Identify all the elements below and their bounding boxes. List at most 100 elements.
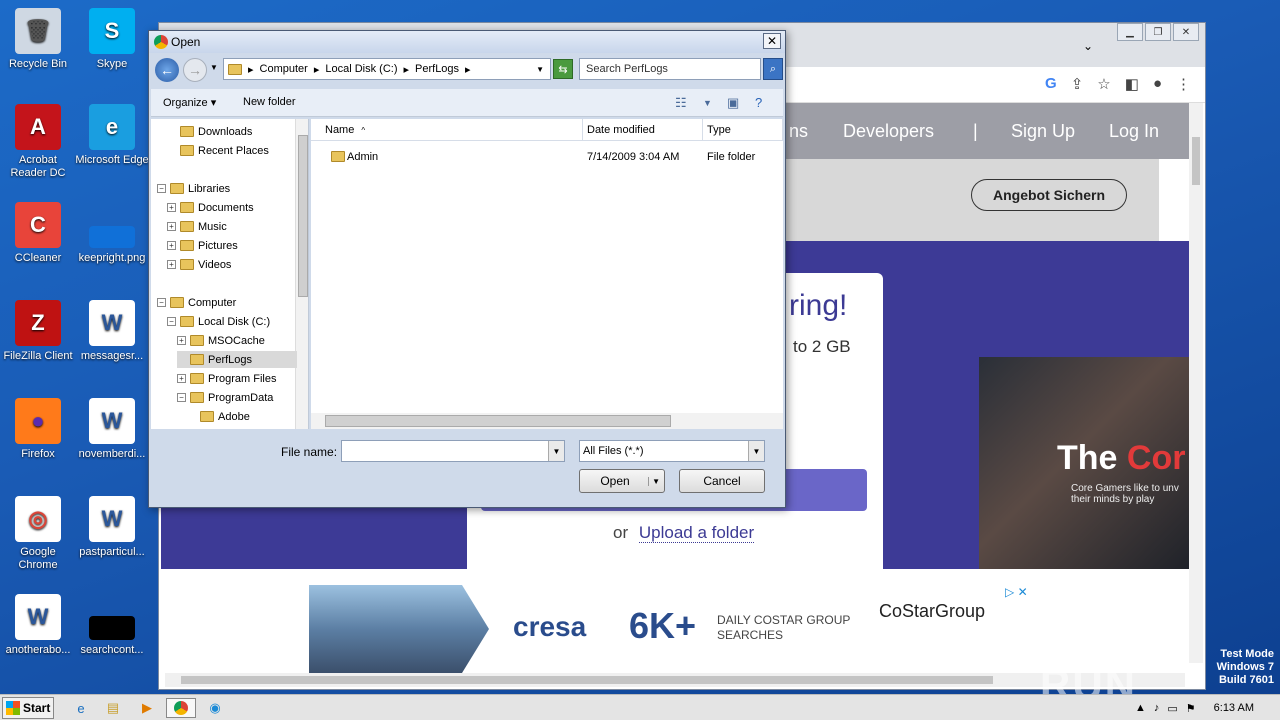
breadcrumb-dropdown-icon[interactable]: ▼	[536, 65, 544, 74]
open-dropdown-icon[interactable]: ▼	[648, 476, 660, 486]
network-icon[interactable]: ▭	[1167, 702, 1177, 715]
desktop-icon[interactable]: ● Firefox	[0, 398, 76, 461]
desktop-icon[interactable]: searchcont...	[74, 594, 150, 657]
nav-developers[interactable]: Developers	[843, 121, 934, 142]
file-type-dropdown-icon[interactable]: ▼	[748, 441, 764, 461]
tree-item[interactable]: + Program Files	[177, 370, 297, 387]
open-button[interactable]: Open ▼	[579, 469, 665, 493]
tree-item[interactable]: − Computer	[157, 294, 297, 311]
column-name[interactable]: Name ^	[311, 119, 583, 141]
help-icon[interactable]: ?	[755, 95, 762, 110]
page-horizontal-scrollbar[interactable]	[165, 673, 1185, 687]
refresh-icon[interactable]: ⇆	[553, 59, 573, 79]
nav-log-in[interactable]: Log In	[1109, 121, 1159, 142]
tree-item[interactable]: PerfLogs	[177, 351, 297, 368]
bookmark-star-icon[interactable]: ☆	[1097, 75, 1110, 93]
promo-image[interactable]: The Cor Core Gamers like to unv their mi…	[979, 357, 1189, 569]
tree-item[interactable]: + Music	[167, 218, 297, 235]
dialog-close-button[interactable]: ✕	[763, 33, 781, 49]
tray-expand-icon[interactable]: ▲	[1135, 702, 1146, 714]
ad-close-icon[interactable]: ▷ ✕	[1005, 585, 1028, 599]
back-arrow-icon[interactable]: ←	[155, 58, 179, 82]
breadcrumb[interactable]: ▸ Computer ▸ Local Disk (C:) ▸ PerfLogs …	[223, 58, 551, 80]
tree-item[interactable]: − Local Disk (C:)	[167, 313, 297, 330]
cancel-button[interactable]: Cancel	[679, 469, 765, 493]
collapse-icon[interactable]: −	[167, 317, 176, 326]
tree-item[interactable]: − ProgramData	[177, 389, 297, 406]
share-icon[interactable]: ⇪	[1071, 75, 1084, 93]
collapse-icon[interactable]: −	[177, 393, 186, 402]
desktop-icon[interactable]: Wmessagesr...	[74, 300, 150, 363]
breadcrumb-local-disk[interactable]: Local Disk (C:)	[325, 63, 397, 75]
tree-item[interactable]: + Videos	[167, 256, 297, 273]
tree-scrollbar[interactable]	[295, 119, 308, 429]
collapse-icon[interactable]: −	[157, 184, 166, 193]
file-name-input[interactable]: ▼	[341, 440, 565, 462]
search-input[interactable]: Search PerfLogs	[579, 58, 761, 80]
expand-icon[interactable]: +	[167, 222, 176, 231]
page-vertical-scrollbar[interactable]	[1189, 103, 1203, 663]
minimize-icon[interactable]: ▁	[1117, 23, 1143, 41]
menu-kebab-icon[interactable]: ⋮	[1176, 75, 1191, 93]
forward-arrow-icon[interactable]: →	[183, 58, 207, 82]
tree-item[interactable]: Downloads	[167, 123, 297, 140]
expand-icon[interactable]: +	[177, 336, 186, 345]
column-date-modified[interactable]: Date modified	[583, 119, 703, 141]
desktop-icon[interactable]: C CCleaner	[0, 202, 76, 265]
tree-item[interactable]: − Libraries	[157, 180, 297, 197]
upload-folder-link[interactable]: Upload a folder	[638, 523, 755, 543]
desktop-icon[interactable]: S Skype	[74, 8, 150, 71]
recent-locations-chevron-icon[interactable]: ▼	[210, 63, 218, 72]
maximize-icon[interactable]: ❐	[1145, 23, 1171, 41]
column-type[interactable]: Type	[703, 119, 783, 141]
desktop-icon[interactable]: 🗑 Recycle Bin	[0, 8, 76, 71]
desktop-icon[interactable]: e Microsoft Edge	[74, 104, 150, 167]
desktop-icon[interactable]: Wpastparticul...	[74, 496, 150, 559]
breadcrumb-perflogs[interactable]: PerfLogs	[415, 63, 459, 75]
google-icon[interactable]: G	[1045, 75, 1057, 93]
tree-item[interactable]: + Pictures	[167, 237, 297, 254]
angebot-sichern-button[interactable]: Angebot Sichern	[971, 179, 1127, 211]
desktop-icon[interactable]: keepright.png	[74, 202, 150, 265]
breadcrumb-computer[interactable]: Computer	[260, 63, 308, 75]
tree-item[interactable]: Recent Places	[167, 142, 297, 159]
speaker-icon[interactable]: ♪	[1154, 702, 1160, 714]
profile-avatar-icon[interactable]: ●	[1153, 75, 1162, 93]
expand-icon[interactable]: +	[177, 374, 186, 383]
expand-icon[interactable]: +	[167, 203, 176, 212]
preview-pane-icon[interactable]: ▣	[727, 95, 739, 111]
clock[interactable]: 6:13 AM	[1214, 702, 1254, 714]
desktop-icon[interactable]: ◎ Google Chrome	[0, 496, 76, 572]
tree-item[interactable]: Adobe	[187, 408, 297, 425]
expand-icon[interactable]: +	[167, 241, 176, 250]
nav-plans[interactable]: ns	[789, 121, 808, 142]
file-type-select[interactable]: All Files (*.*) ▼	[579, 440, 765, 462]
desktop-icon[interactable]: Wnovemberdi...	[74, 398, 150, 461]
explorer-icon[interactable]: ▤	[102, 698, 124, 718]
file-list-scrollbar[interactable]	[311, 413, 783, 429]
edge-taskbar-icon[interactable]: ◉	[204, 698, 226, 718]
ad-banner[interactable]: cresa 6K+ DAILY COSTAR GROUP SEARCHES Co…	[309, 583, 1039, 675]
tree-item[interactable]: + MSOCache	[177, 332, 297, 349]
flag-icon[interactable]: ⚑	[1186, 702, 1196, 715]
media-player-icon[interactable]: ▶	[136, 698, 158, 718]
sidepanel-icon[interactable]: ◧	[1125, 75, 1139, 93]
chrome-taskbar-icon[interactable]	[166, 698, 196, 718]
view-dropdown-icon[interactable]: ▼	[703, 98, 712, 108]
desktop-icon[interactable]: Z FileZilla Client	[0, 300, 76, 363]
file-row[interactable]: Admin 7/14/2009 3:04 AM File folder	[311, 147, 783, 167]
tree-item[interactable]: + Documents	[167, 199, 297, 216]
desktop-icon[interactable]: A Acrobat Reader DC	[0, 104, 76, 180]
search-icon[interactable]: ⌕	[763, 58, 783, 80]
collapse-icon[interactable]: −	[157, 298, 166, 307]
ie-icon[interactable]: e	[70, 698, 92, 718]
organize-button[interactable]: Organize ▾	[163, 96, 216, 109]
expand-icon[interactable]: +	[167, 260, 176, 269]
start-button[interactable]: Start	[2, 697, 54, 719]
nav-sign-up[interactable]: Sign Up	[1011, 121, 1075, 142]
close-icon[interactable]: ✕	[1173, 23, 1199, 41]
desktop-icon[interactable]: Wanotherabo...	[0, 594, 76, 657]
view-options-icon[interactable]: ☷	[675, 95, 687, 111]
new-folder-button[interactable]: New folder	[243, 96, 296, 108]
file-name-dropdown-icon[interactable]: ▼	[548, 441, 564, 461]
